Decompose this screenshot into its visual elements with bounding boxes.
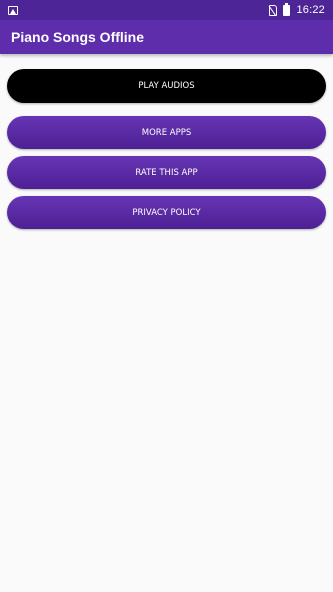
more-apps-button[interactable]: MORE APPS (7, 116, 326, 149)
no-sim-icon (269, 4, 278, 16)
app-bar: Piano Songs Offline (0, 20, 333, 54)
main-content: PLAY AUDIOS MORE APPS RATE THIS APP PRIV… (0, 54, 333, 592)
app-title: Piano Songs Offline (11, 29, 145, 45)
battery-icon (283, 2, 291, 16)
gallery-icon (8, 5, 18, 15)
status-time: 16:22 (296, 4, 325, 16)
play-audios-button[interactable]: PLAY AUDIOS (7, 69, 326, 103)
status-bar-right: 16:22 (269, 2, 325, 16)
status-bar: 16:22 (0, 0, 333, 20)
rate-this-app-button[interactable]: RATE THIS APP (7, 156, 326, 189)
status-bar-left (8, 5, 18, 15)
privacy-policy-button[interactable]: PRIVACY POLICY (7, 196, 326, 229)
